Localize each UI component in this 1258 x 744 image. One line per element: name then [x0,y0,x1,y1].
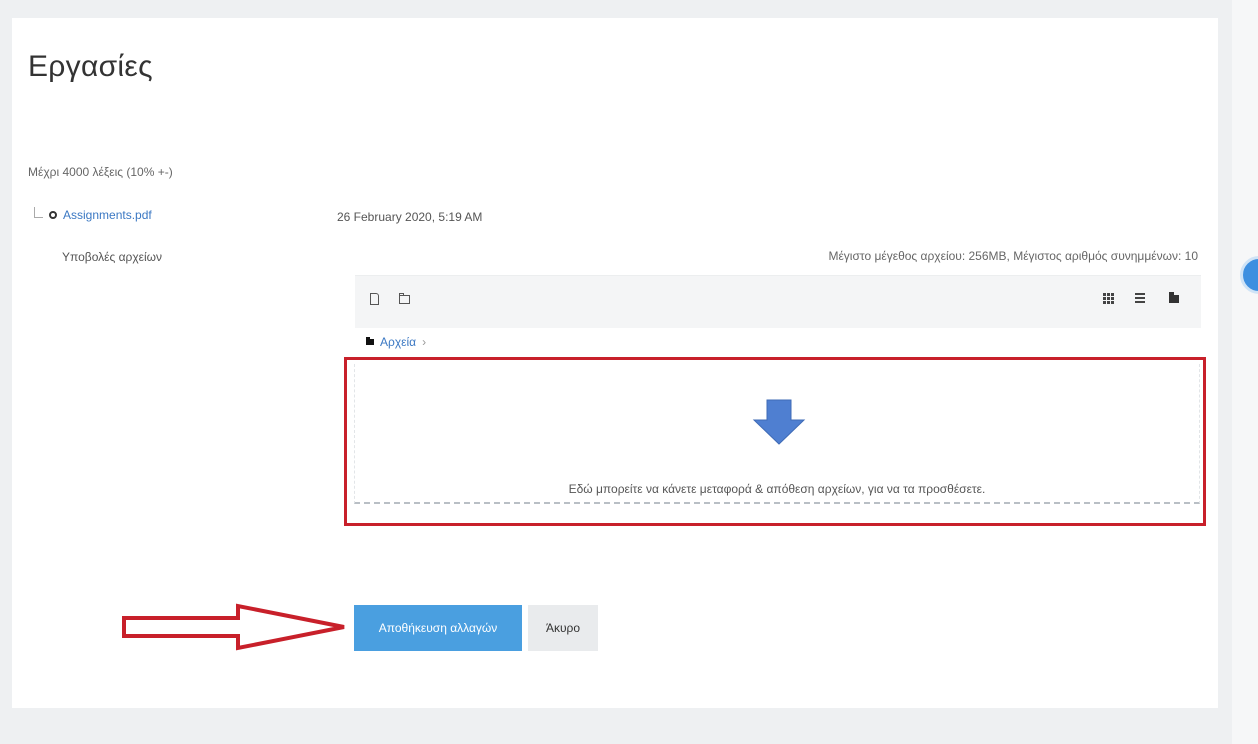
right-drawer-strip [1232,0,1258,744]
annotation-arrow-icon [122,603,345,651]
list-view-icon[interactable] [1135,293,1145,305]
file-submissions-label: Υποβολές αρχείων [62,250,163,264]
breadcrumb-separator: › [422,335,427,349]
folder-icon [366,337,374,345]
submission-date: 26 February 2020, 5:19 AM [337,210,483,224]
icon-view-icon[interactable] [1103,293,1114,304]
submitted-file: Assignments.pdf [34,206,152,222]
submitted-file-link[interactable]: Assignments.pdf [63,208,152,222]
cancel-button[interactable]: Άκυρο [528,605,598,651]
tree-line-icon [34,206,43,218]
save-changes-button[interactable]: Αποθήκευση αλλαγών [354,605,522,651]
tree-view-icon[interactable] [1169,292,1179,303]
filepicker-toolbar [355,275,1201,328]
word-limit-text: Μέχρι 4000 λέξεις (10% +-) [28,165,173,179]
breadcrumb-files-link[interactable]: Αρχεία [380,335,416,349]
annotation-highlight-box [344,357,1206,526]
page-title: Εργασίες [28,50,153,83]
file-status-icon [49,211,57,219]
create-folder-icon[interactable] [399,293,410,304]
max-file-info: Μέγιστο μέγεθος αρχείου: 256MB, Μέγιστος… [828,249,1198,263]
add-file-icon[interactable] [370,293,379,305]
breadcrumb: Αρχεία › [366,335,426,349]
